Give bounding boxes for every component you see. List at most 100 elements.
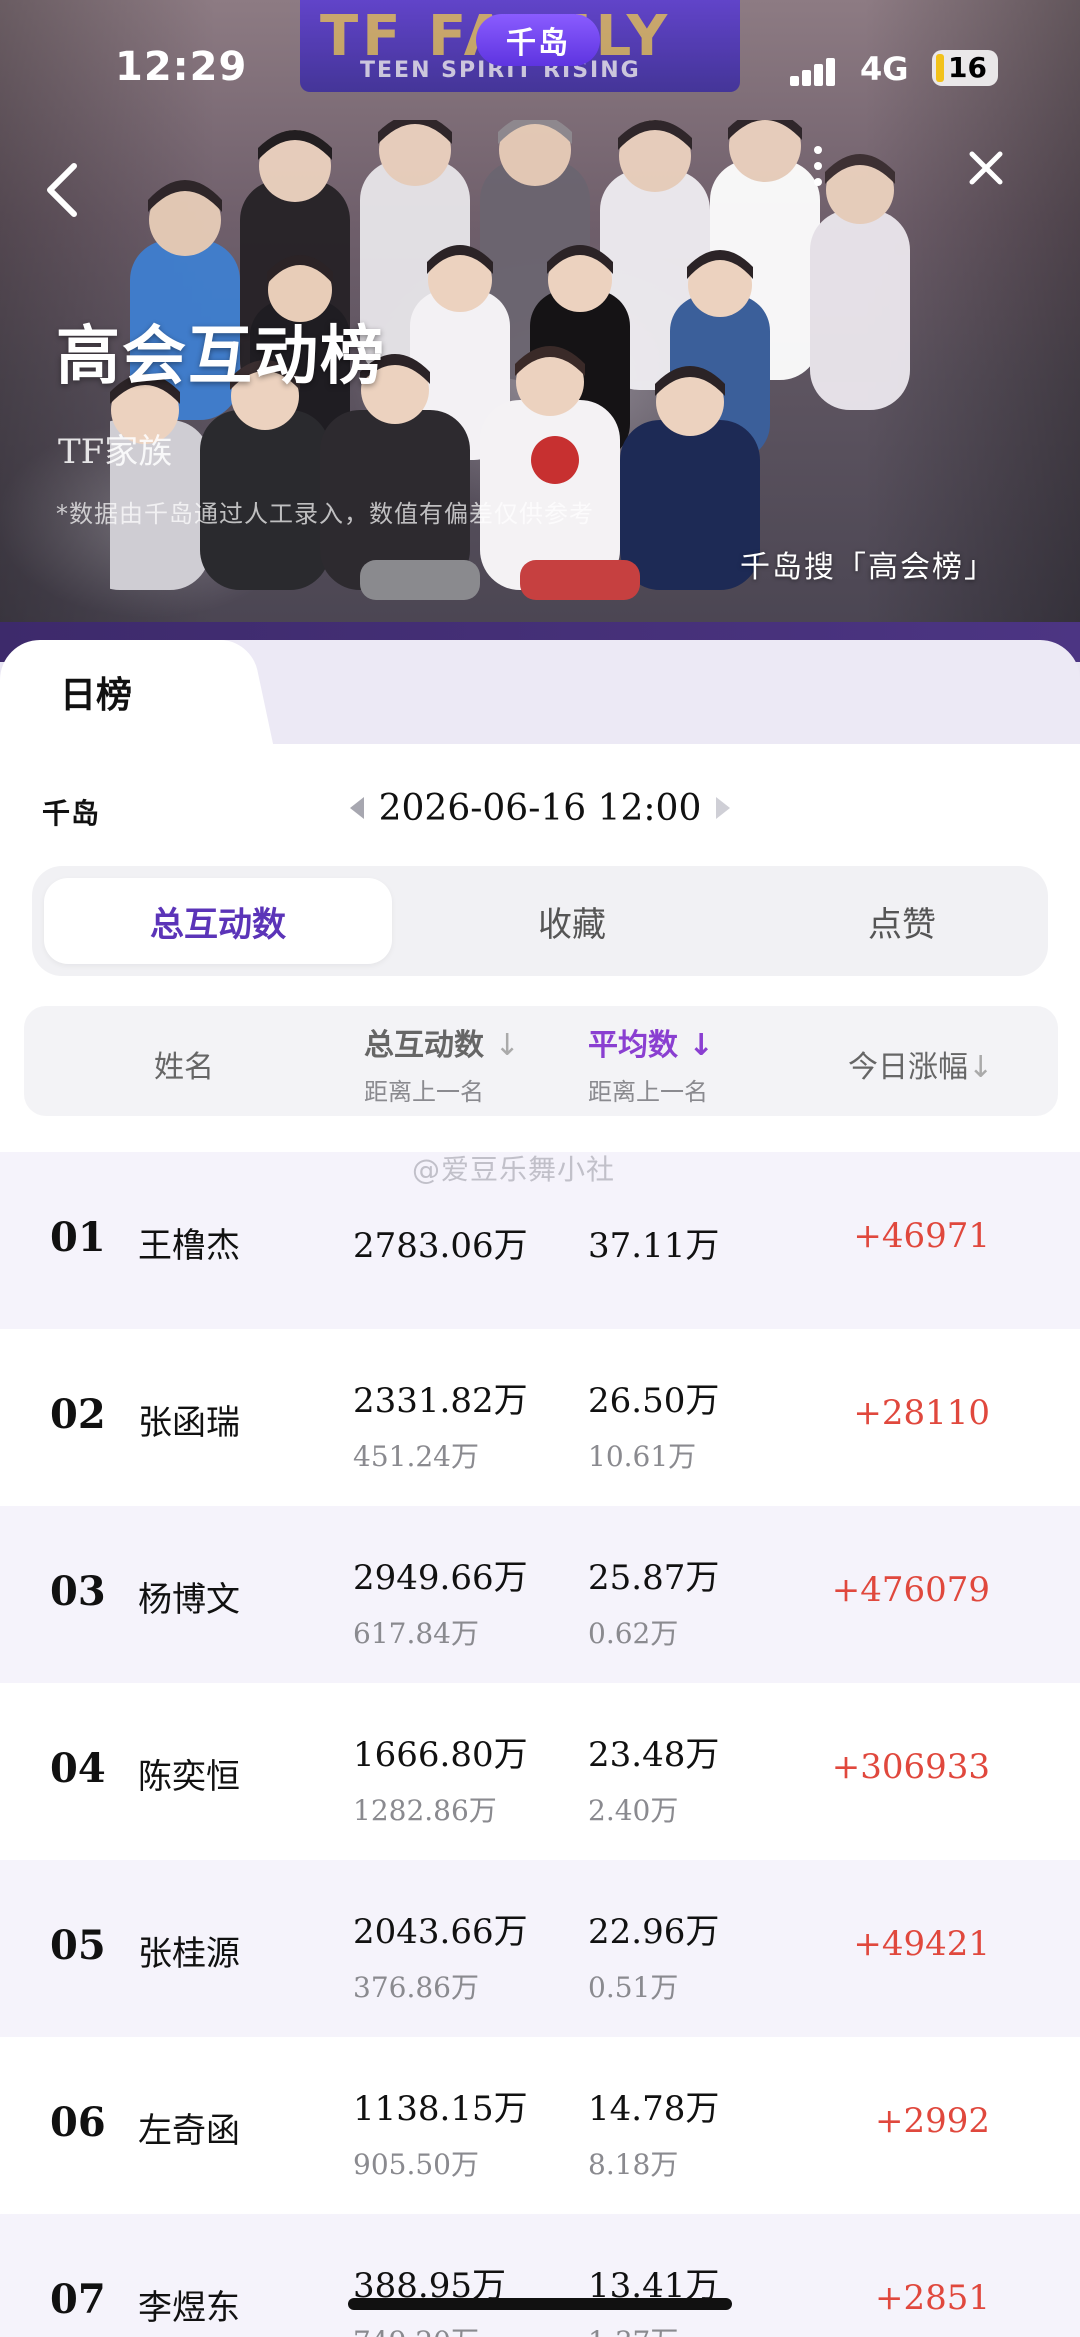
- close-button[interactable]: [966, 148, 1006, 188]
- segment-favorites[interactable]: 收藏: [412, 866, 732, 976]
- row-name: 张函瑞: [138, 1403, 240, 1443]
- battery-icon: 16: [932, 50, 998, 86]
- more-options-button[interactable]: [810, 146, 826, 186]
- disclaimer-note: *数据由千岛通过人工录入，数值有偏差仅供参考: [56, 500, 594, 528]
- dot-icon: [814, 146, 822, 154]
- column-total-label: 总互动数 ↓: [364, 1020, 520, 1064]
- row-average-gap: 0.62万: [588, 1617, 679, 1650]
- column-gain[interactable]: 今日涨幅↓: [848, 1042, 993, 1086]
- row-average-gap: 10.61万: [588, 1440, 697, 1473]
- row-rank: 03: [50, 1568, 106, 1615]
- table-row[interactable]: 02 张函瑞 2331.82万 451.24万 26.50万 10.61万 +2…: [0, 1329, 1080, 1506]
- row-name: 杨博文: [138, 1580, 240, 1620]
- row-total: 2043.66万: [353, 1912, 528, 1952]
- row-total: 2949.66万: [353, 1558, 528, 1598]
- chevron-left-icon: [47, 163, 77, 217]
- column-name: 姓名: [154, 1042, 214, 1086]
- prev-date-icon[interactable]: [350, 797, 364, 819]
- row-name: 王橹杰: [138, 1226, 240, 1266]
- table-row[interactable]: 04 陈奕恒 1666.80万 1282.86万 23.48万 2.40万 +3…: [0, 1683, 1080, 1860]
- battery-level: 16: [948, 51, 987, 84]
- signal-icon: [790, 56, 844, 86]
- ranking-content: 千岛 2026-06-16 12:00 总互动数 收藏 点赞 姓名 总互动数 ↓…: [0, 744, 1080, 2337]
- status-time: 12:29: [115, 44, 248, 90]
- watermark: @爱豆乐舞小社: [412, 1153, 616, 1186]
- row-average-gap: 2.40万: [588, 1794, 679, 1827]
- row-rank: 05: [50, 1922, 106, 1969]
- column-average-text: 平均数: [588, 1028, 678, 1063]
- dot-icon: [814, 178, 822, 186]
- segment-likes[interactable]: 点赞: [752, 866, 1052, 976]
- row-gain: +2851: [874, 2278, 990, 2318]
- row-average: 14.78万: [588, 2089, 720, 2129]
- column-total-text: 总互动数: [364, 1028, 484, 1063]
- sort-arrow-icon: ↓: [688, 1028, 714, 1063]
- column-total-sub: 距离上一名: [364, 1078, 484, 1106]
- search-hint: 千岛搜「高会榜」: [740, 550, 996, 585]
- row-total: 2783.06万: [353, 1226, 528, 1266]
- column-average-sub: 距离上一名: [588, 1078, 708, 1106]
- period-tabs: 日榜: [0, 622, 1080, 744]
- row-rank: 04: [50, 1745, 106, 1792]
- row-rank: 01: [50, 1214, 106, 1261]
- next-date-icon[interactable]: [715, 797, 730, 819]
- row-average-gap: 0.51万: [588, 1971, 679, 2004]
- row-total-gap: 451.24万: [353, 1440, 479, 1473]
- row-gain: +2992: [874, 2101, 990, 2141]
- row-total: 1138.15万: [353, 2089, 528, 2129]
- table-row[interactable]: 06 左奇函 1138.15万 905.50万 14.78万 8.18万 +29…: [0, 2037, 1080, 2214]
- tab-strip-background: [222, 640, 1080, 744]
- date-selector: 2026-06-16 12:00: [350, 780, 730, 836]
- row-gain: +46971: [853, 1216, 990, 1256]
- current-date: 2026-06-16 12:00: [378, 787, 702, 829]
- row-total: 2331.82万: [353, 1381, 528, 1421]
- row-average-gap: 1.37万: [588, 2320, 678, 2337]
- row-total-gap: 749.20万: [353, 2320, 479, 2337]
- row-average: 37.11万: [588, 1226, 720, 1266]
- row-gain: +476079: [831, 1570, 990, 1610]
- brand-logo: 千岛: [42, 797, 101, 830]
- sort-arrow-icon: ↓: [494, 1028, 520, 1063]
- network-type: 4G: [860, 50, 909, 88]
- home-indicator[interactable]: [348, 2298, 732, 2310]
- row-average: 26.50万: [588, 1381, 720, 1421]
- row-total-gap: 905.50万: [353, 2148, 479, 2181]
- row-total-gap: 1282.86万: [353, 1794, 497, 1827]
- column-average-label: 平均数 ↓: [588, 1020, 714, 1064]
- row-rank: 02: [50, 1391, 106, 1438]
- metric-segmented-control: 总互动数 收藏 点赞: [32, 866, 1048, 976]
- column-name-label: 姓名: [154, 1050, 214, 1085]
- row-average: 22.96万: [588, 1912, 720, 1952]
- page-subtitle: TF家族: [58, 432, 173, 472]
- row-name: 陈奕恒: [138, 1757, 240, 1797]
- back-button[interactable]: [38, 160, 88, 220]
- column-average[interactable]: 平均数 ↓ 距离上一名: [588, 1020, 714, 1107]
- table-row[interactable]: 03 杨博文 2949.66万 617.84万 25.87万 0.62万 +47…: [0, 1506, 1080, 1683]
- row-total-gap: 376.86万: [353, 1971, 479, 2004]
- segment-total-interactions[interactable]: 总互动数: [44, 878, 392, 964]
- row-gain: +306933: [831, 1747, 990, 1787]
- column-total[interactable]: 总互动数 ↓ 距离上一名: [364, 1020, 520, 1107]
- column-gain-text: 今日涨幅: [848, 1050, 968, 1085]
- sort-arrow-icon: ↓: [968, 1050, 994, 1085]
- hero-banner: TF FAMILY TEEN SPIRIT RISING 千岛: [0, 0, 1080, 640]
- row-name: 张桂源: [138, 1934, 240, 1974]
- row-average: 23.48万: [588, 1735, 720, 1775]
- row-average: 25.87万: [588, 1558, 720, 1598]
- status-bar: 12:29 4G 16: [0, 0, 1080, 130]
- page-title: 高会互动榜: [56, 320, 386, 394]
- row-gain: +28110: [853, 1393, 990, 1433]
- tab-daily[interactable]: 日榜: [0, 640, 222, 744]
- row-gain: +49421: [853, 1924, 990, 1964]
- dot-icon: [814, 162, 822, 170]
- row-total: 1666.80万: [353, 1735, 528, 1775]
- column-gain-label: 今日涨幅↓: [848, 1042, 993, 1086]
- table-row[interactable]: 05 张桂源 2043.66万 376.86万 22.96万 0.51万 +49…: [0, 1860, 1080, 2037]
- table-header: 姓名 总互动数 ↓ 距离上一名 平均数 ↓ 距离上一名 今日涨幅↓: [24, 1006, 1058, 1116]
- row-name: 李煜东: [138, 2288, 240, 2328]
- table-row[interactable]: 07 李煜东 388.95万 749.20万 13.41万 1.37万 +285…: [0, 2214, 1080, 2337]
- row-name: 左奇函: [138, 2111, 240, 2151]
- close-icon: [969, 151, 1003, 185]
- row-average-gap: 8.18万: [588, 2148, 679, 2181]
- ranking-list: 01 王橹杰 2783.06万 37.11万 +46971 02 张函瑞 233…: [0, 1152, 1080, 2337]
